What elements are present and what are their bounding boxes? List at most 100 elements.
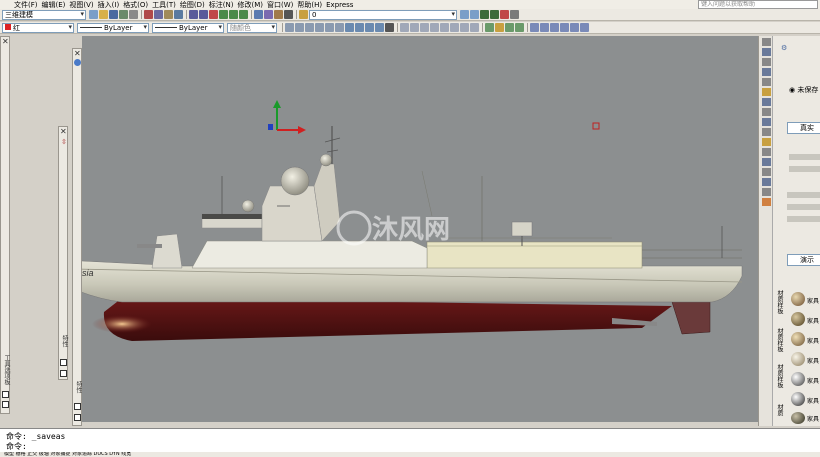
- material-swatch[interactable]: [791, 332, 805, 346]
- material-swatch[interactable]: [791, 372, 805, 386]
- preview-icon[interactable]: [129, 10, 138, 19]
- panel-icon[interactable]: [762, 98, 771, 106]
- new-icon[interactable]: [89, 10, 98, 19]
- palette-menu-icon[interactable]: [60, 370, 67, 377]
- tool-palette-icon[interactable]: [274, 10, 283, 19]
- torus-icon[interactable]: [450, 23, 459, 32]
- visual-style-hidden-icon[interactable]: [550, 23, 559, 32]
- material-swatch[interactable]: [791, 412, 805, 424]
- tool-palette-strip[interactable]: ✕ 工具选项板: [0, 36, 10, 414]
- status-bar[interactable]: 模型 栅格 正交 极轴 对象捕捉 对象追踪 DUCS DYN 线宽: [0, 452, 820, 457]
- menu-edit[interactable]: 编辑(E): [42, 0, 66, 9]
- material-swatch[interactable]: [791, 312, 805, 326]
- properties-palette-strip[interactable]: ✕ ⇳ 特性: [58, 126, 68, 380]
- zoom-previous-icon[interactable]: [239, 10, 248, 19]
- print-icon[interactable]: [119, 10, 128, 19]
- box-icon[interactable]: [400, 23, 409, 32]
- layer-iso-icon[interactable]: [480, 10, 489, 19]
- menu-help[interactable]: 帮助(H): [297, 0, 322, 9]
- autohide-icon[interactable]: [60, 359, 67, 366]
- panel-icon[interactable]: [762, 108, 771, 116]
- menu-file[interactable]: 文件(F): [14, 0, 38, 9]
- view-nw-iso-icon[interactable]: [375, 23, 384, 32]
- view-front-icon[interactable]: [325, 23, 334, 32]
- palette-menu-icon[interactable]: [2, 401, 9, 408]
- panel-icon[interactable]: [762, 38, 771, 46]
- wedge-icon[interactable]: [410, 23, 419, 32]
- cylinder-icon[interactable]: [440, 23, 449, 32]
- unsaved-radio[interactable]: ◉ 未保存: [789, 85, 818, 95]
- properties-palette-strip-2[interactable]: ✕ 特性: [72, 48, 82, 426]
- color-select[interactable]: 红: [2, 22, 74, 33]
- lineweight-select[interactable]: ByLayer: [152, 22, 224, 33]
- linetype-select[interactable]: ByLayer: [77, 22, 149, 33]
- cut-icon[interactable]: [144, 10, 153, 19]
- properties-icon[interactable]: [254, 10, 263, 19]
- panel-icon[interactable]: [762, 138, 771, 146]
- autohide-icon[interactable]: [74, 403, 81, 410]
- layer-select[interactable]: 0: [309, 9, 457, 20]
- extrude-icon[interactable]: [485, 23, 494, 32]
- close-icon[interactable]: ✕: [74, 50, 81, 58]
- layer-uniso-icon[interactable]: [490, 10, 499, 19]
- material-swatch[interactable]: [791, 392, 805, 406]
- layer-current-icon[interactable]: [470, 10, 479, 19]
- zoom-realtime-icon[interactable]: [219, 10, 228, 19]
- plotstyle-select[interactable]: 随颜色: [227, 22, 277, 33]
- sphere-icon[interactable]: [430, 23, 439, 32]
- autohide-icon[interactable]: [2, 391, 9, 398]
- menu-draw[interactable]: 绘图(D): [180, 0, 205, 9]
- view-right-icon[interactable]: [315, 23, 324, 32]
- light-slider[interactable]: [789, 154, 820, 160]
- view-top-icon[interactable]: [285, 23, 294, 32]
- menu-dimension[interactable]: 标注(N): [209, 0, 234, 9]
- save-icon[interactable]: [109, 10, 118, 19]
- help-search-input[interactable]: 键入问题以获取帮助: [698, 0, 818, 9]
- panel-icon[interactable]: [762, 158, 771, 166]
- view-sw-iso-icon[interactable]: [345, 23, 354, 32]
- open-icon[interactable]: [99, 10, 108, 19]
- panel-icon[interactable]: [762, 198, 771, 206]
- panel-icon[interactable]: [762, 178, 771, 186]
- panel-icon[interactable]: [762, 118, 771, 126]
- sweep-icon[interactable]: [505, 23, 514, 32]
- workspace-select[interactable]: 三维建模: [2, 9, 86, 20]
- command-prompt[interactable]: 命令:: [6, 441, 27, 452]
- panel-icon[interactable]: [762, 88, 771, 96]
- material-slider-3[interactable]: [787, 216, 820, 222]
- layer-freeze-icon[interactable]: [500, 10, 509, 19]
- view-se-iso-icon[interactable]: [355, 23, 364, 32]
- close-icon[interactable]: ✕: [2, 38, 9, 46]
- material-tab-1[interactable]: 材质样板: [775, 290, 784, 314]
- material-swatch[interactable]: [791, 292, 805, 306]
- revolve-icon[interactable]: [495, 23, 504, 32]
- panel-icon[interactable]: [762, 188, 771, 196]
- visual-style-select[interactable]: 真实: [787, 122, 820, 134]
- panel-icon[interactable]: [762, 148, 771, 156]
- panel-icon[interactable]: [762, 78, 771, 86]
- undo-icon[interactable]: [189, 10, 198, 19]
- settings-icon[interactable]: ⚙: [781, 44, 787, 52]
- visual-style-2d-icon[interactable]: [530, 23, 539, 32]
- design-center-icon[interactable]: [264, 10, 273, 19]
- visual-style-realistic-icon[interactable]: [560, 23, 569, 32]
- loft-icon[interactable]: [515, 23, 524, 32]
- drawing-viewport[interactable]: sia 沐风网: [82, 36, 758, 422]
- view-ne-iso-icon[interactable]: [365, 23, 374, 32]
- visual-style-manager-icon[interactable]: [580, 23, 589, 32]
- panel-icon[interactable]: [762, 168, 771, 176]
- view-left-icon[interactable]: [305, 23, 314, 32]
- paste-icon[interactable]: [164, 10, 173, 19]
- layer-lock-icon[interactable]: [510, 10, 519, 19]
- material-slider[interactable]: [787, 192, 820, 198]
- copy-icon[interactable]: [154, 10, 163, 19]
- sheet-set-icon[interactable]: [284, 10, 293, 19]
- menu-modify[interactable]: 修改(M): [237, 0, 263, 9]
- pyramid-icon[interactable]: [460, 23, 469, 32]
- polysolid-icon[interactable]: [470, 23, 479, 32]
- material-slider-2[interactable]: [787, 204, 820, 210]
- panel-icon[interactable]: [762, 68, 771, 76]
- visual-style-wire-icon[interactable]: [540, 23, 549, 32]
- close-icon[interactable]: ✕: [60, 128, 67, 136]
- material-swatch[interactable]: [791, 352, 805, 366]
